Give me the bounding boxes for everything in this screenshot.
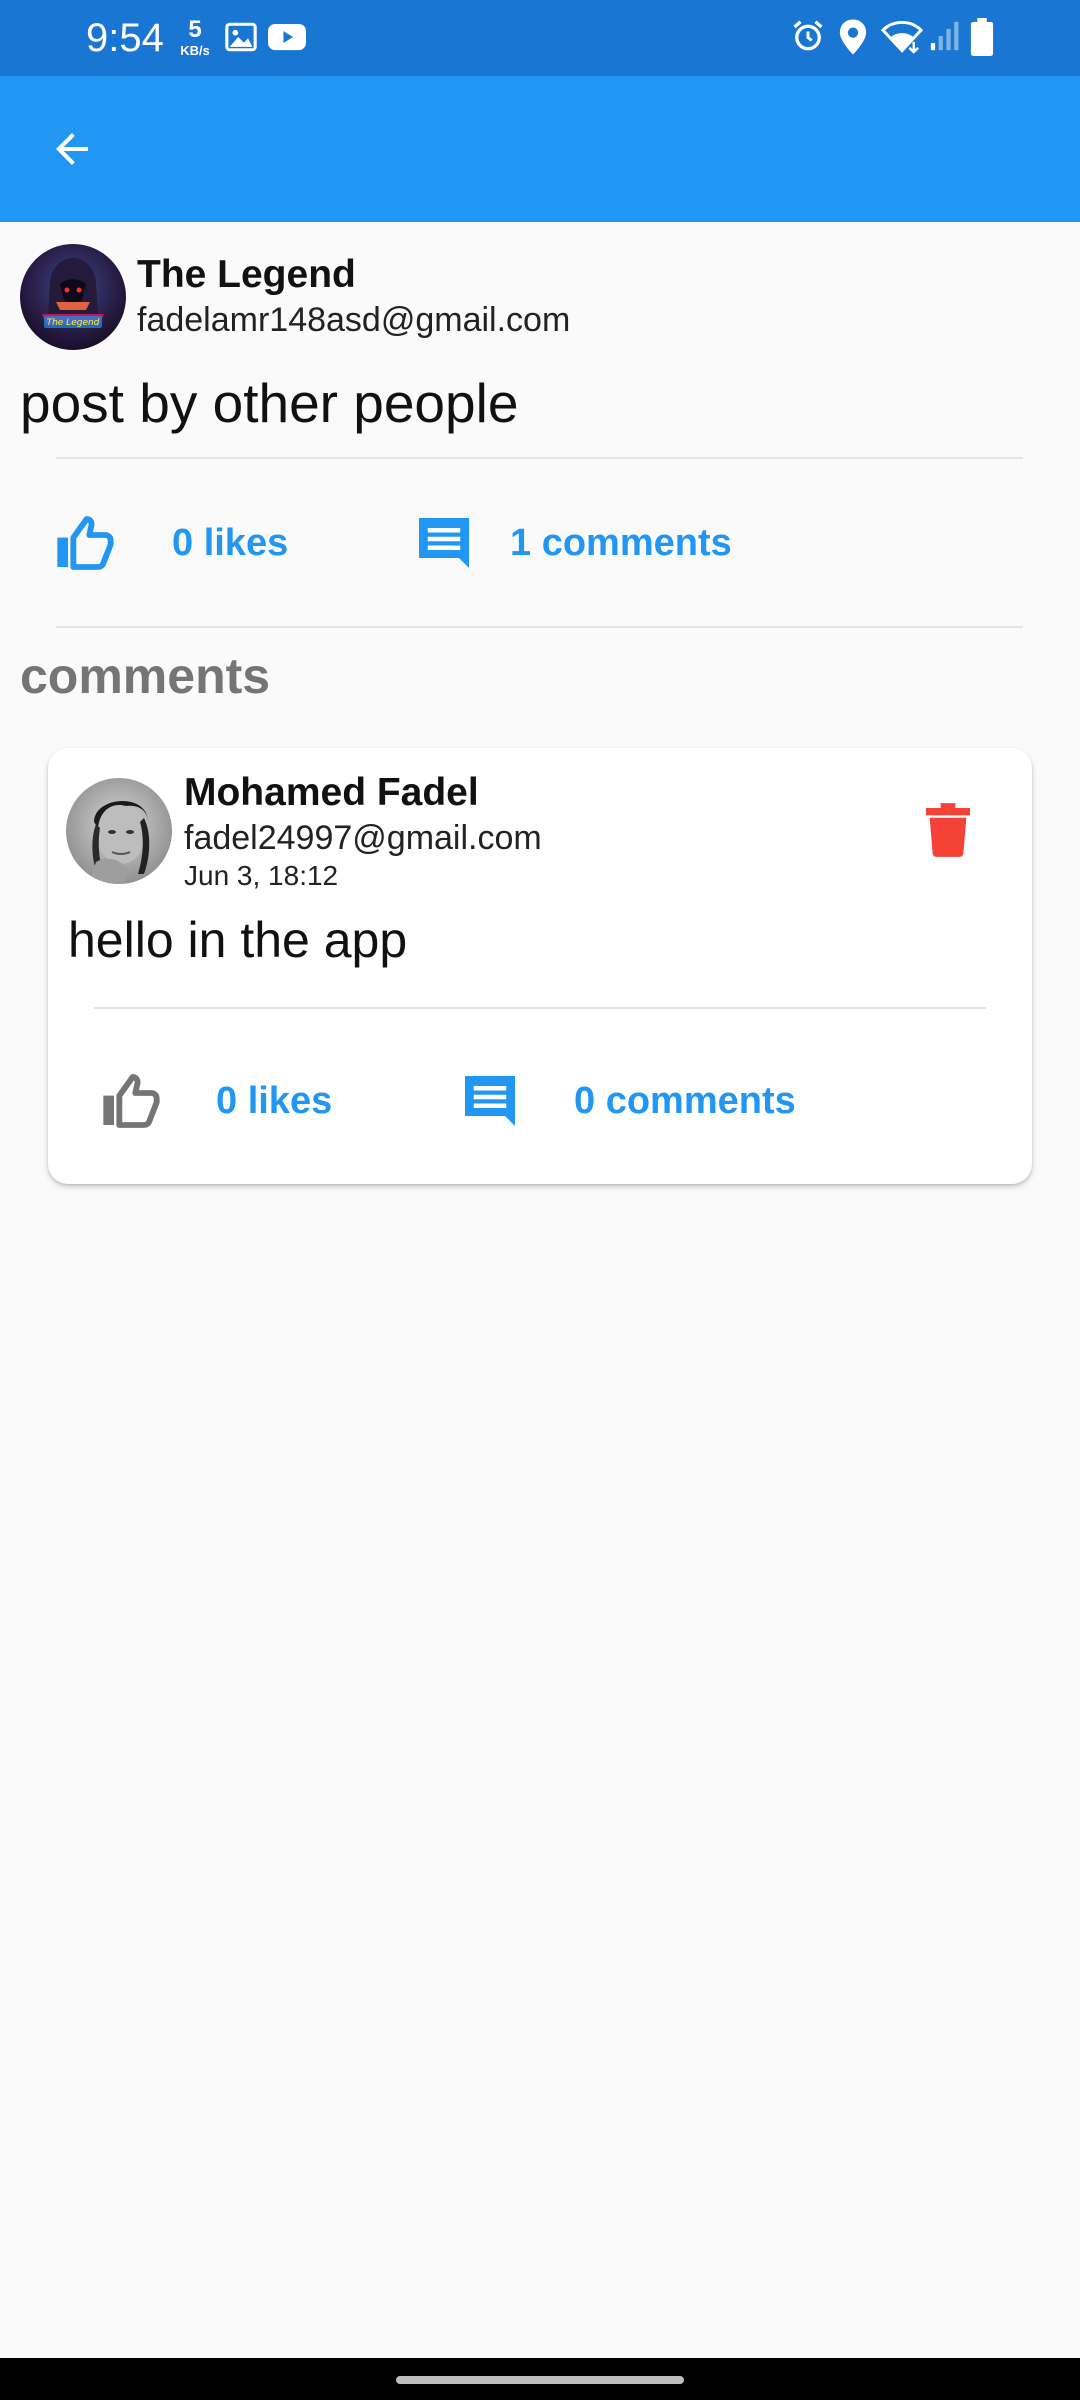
- back-button[interactable]: [36, 113, 108, 185]
- signal-icon: [930, 21, 959, 51]
- trash-icon: [926, 803, 970, 857]
- post-comments-label: 1 comments: [510, 521, 732, 564]
- image-icon: [225, 22, 257, 52]
- post-divider-bottom: [56, 626, 1023, 628]
- comment-text: hello in the app: [68, 912, 408, 968]
- comment-divider: [94, 1007, 986, 1009]
- status-bar: 9:54 5 KB/s: [0, 0, 1080, 76]
- comment-author-avatar[interactable]: [66, 778, 172, 884]
- thumb-up-outline-icon: [103, 1074, 160, 1128]
- post-text: post by other people: [20, 372, 519, 434]
- post-divider-top: [56, 457, 1023, 459]
- comment-like-button[interactable]: 0 likes: [98, 1066, 332, 1136]
- comment-icon: [465, 1076, 515, 1126]
- comment-date: Jun 3, 18:12: [184, 860, 339, 891]
- post-author-avatar[interactable]: The Legend: [20, 244, 126, 350]
- status-time: 9:54: [86, 16, 164, 60]
- youtube-icon: [268, 23, 306, 51]
- post-author-name: The Legend: [137, 253, 356, 296]
- comment-author-email: fadel24997@gmail.com: [184, 819, 542, 857]
- comment-replies-label: 0 comments: [574, 1079, 796, 1122]
- comments-section-title: comments: [20, 648, 271, 704]
- comment-card: Mohamed Fadel fadel24997@gmail.com Jun 3…: [48, 748, 1032, 1184]
- comment-likes-label: 0 likes: [216, 1079, 333, 1122]
- profile-photo-image: [66, 778, 172, 884]
- network-speed-value: 5: [188, 16, 202, 43]
- legend-logo-image: The Legend: [20, 244, 126, 350]
- comment-replies-button[interactable]: 0 comments: [460, 1066, 796, 1136]
- avatar-logo-text: The Legend: [47, 318, 100, 328]
- network-speed: 5 KB/s: [174, 16, 216, 58]
- wifi-icon: [880, 20, 924, 54]
- post-author-email: fadelamr148asd@gmail.com: [137, 301, 571, 339]
- post-like-button[interactable]: 0 likes: [52, 508, 288, 578]
- post-comments-button[interactable]: 1 comments: [414, 508, 732, 578]
- comment-icon: [419, 518, 469, 568]
- location-icon: [839, 19, 867, 55]
- arrow-back-icon: [56, 133, 88, 165]
- post-likes-label: 0 likes: [172, 521, 289, 564]
- thumb-up-icon: [57, 516, 114, 570]
- comment-author-name: Mohamed Fadel: [184, 771, 479, 814]
- home-gesture-handle[interactable]: [396, 2376, 684, 2384]
- delete-comment-button[interactable]: [918, 800, 978, 860]
- app-bar: [0, 76, 1080, 222]
- battery-icon: [970, 18, 994, 56]
- network-speed-unit: KB/s: [180, 43, 210, 58]
- system-nav-bar: [0, 2358, 1080, 2400]
- alarm-icon: [793, 20, 823, 51]
